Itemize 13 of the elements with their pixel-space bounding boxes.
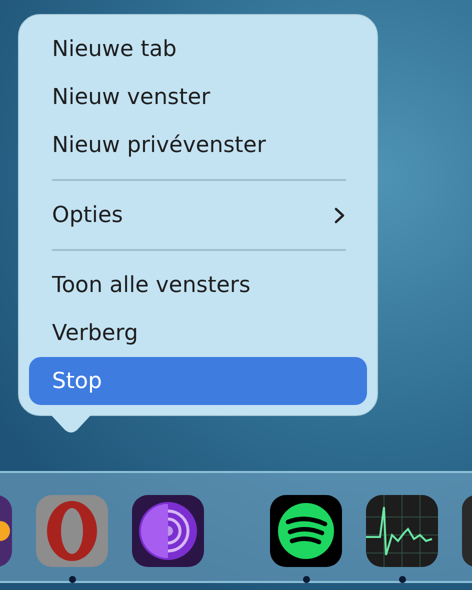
menu-item[interactable]: Stop bbox=[29, 357, 367, 405]
menu-item[interactable]: Nieuw venster bbox=[29, 73, 367, 121]
onion-icon[interactable] bbox=[132, 495, 204, 567]
menu-item[interactable]: Opties bbox=[29, 191, 367, 239]
activity-monitor-icon[interactable] bbox=[366, 495, 438, 567]
spotify-icon[interactable] bbox=[270, 495, 342, 567]
menu-item[interactable]: Toon alle vensters bbox=[29, 261, 367, 309]
chevron-right-icon bbox=[334, 206, 345, 224]
menu-item[interactable]: Nieuwe tab bbox=[29, 25, 367, 73]
menu-item[interactable]: Nieuw privévenster bbox=[29, 121, 367, 169]
app-icon[interactable] bbox=[0, 495, 12, 567]
app-icon[interactable] bbox=[462, 495, 472, 567]
menu-item[interactable]: Verberg bbox=[29, 309, 367, 357]
